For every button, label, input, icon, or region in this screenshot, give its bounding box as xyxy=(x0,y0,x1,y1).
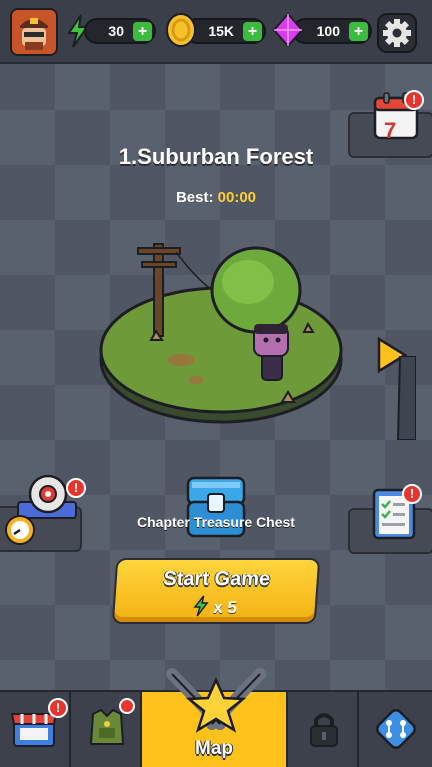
energy-counter: 30 + xyxy=(84,18,156,44)
best-label: Best: xyxy=(175,189,214,206)
coin-value: 15K xyxy=(208,23,234,39)
calendar-day: 7 xyxy=(384,118,397,143)
energy-value: 30 xyxy=(108,23,124,39)
best-time-value: 00:00 xyxy=(217,189,257,206)
treasure-chest-icon xyxy=(186,476,246,538)
energy-bolt-icon xyxy=(193,595,209,617)
gem-counter: 100 + xyxy=(292,18,372,44)
settings-button[interactable] xyxy=(377,13,417,53)
shop-alert-badge: ! xyxy=(48,698,68,718)
energy-cost-value: x 5 xyxy=(212,598,238,617)
add-coins-button[interactable]: + xyxy=(243,22,262,41)
best-time-row: Best: 00:00 xyxy=(0,189,432,206)
add-gems-button[interactable]: + xyxy=(349,22,368,41)
level-island-illustration[interactable] xyxy=(96,232,346,432)
tab-shop[interactable]: ! xyxy=(0,692,71,767)
coin-icon xyxy=(166,13,196,47)
level-title: 1.Suburban Forest xyxy=(118,144,314,169)
robot-alert-badge: ! xyxy=(66,478,86,498)
start-game-button[interactable]: Start Game x 5 xyxy=(111,558,321,624)
next-level-preview-icon xyxy=(396,356,416,440)
calendar-alert-badge: ! xyxy=(404,90,424,110)
tab-locked[interactable] xyxy=(288,692,359,767)
tab-map-label: Map xyxy=(195,738,233,759)
upgrade-arrow-icon xyxy=(119,698,135,714)
tab-equipment[interactable] xyxy=(71,692,142,767)
gear-icon xyxy=(383,19,411,47)
add-energy-button[interactable]: + xyxy=(133,22,152,41)
energy-cost: x 5 xyxy=(114,595,316,618)
chapter-chest-button[interactable] xyxy=(184,470,248,542)
gem-icon xyxy=(272,12,304,48)
lock-icon xyxy=(310,713,338,747)
bottom-nav: ! Map xyxy=(0,668,432,767)
top-bar: 30 + 15K + 100 + xyxy=(0,0,432,64)
player-avatar[interactable] xyxy=(10,8,58,56)
skill-tree-icon xyxy=(376,709,416,749)
tab-skills[interactable] xyxy=(359,692,432,767)
start-game-label: Start Game xyxy=(162,568,271,590)
avatar-portrait-icon xyxy=(12,10,56,54)
tab-map[interactable]: Map xyxy=(142,668,288,767)
chest-label: Chapter Treasure Chest xyxy=(137,514,295,530)
crossed-guns-star-icon xyxy=(166,668,266,733)
gem-value: 100 xyxy=(316,23,340,39)
tasks-alert-badge: ! xyxy=(402,484,422,504)
